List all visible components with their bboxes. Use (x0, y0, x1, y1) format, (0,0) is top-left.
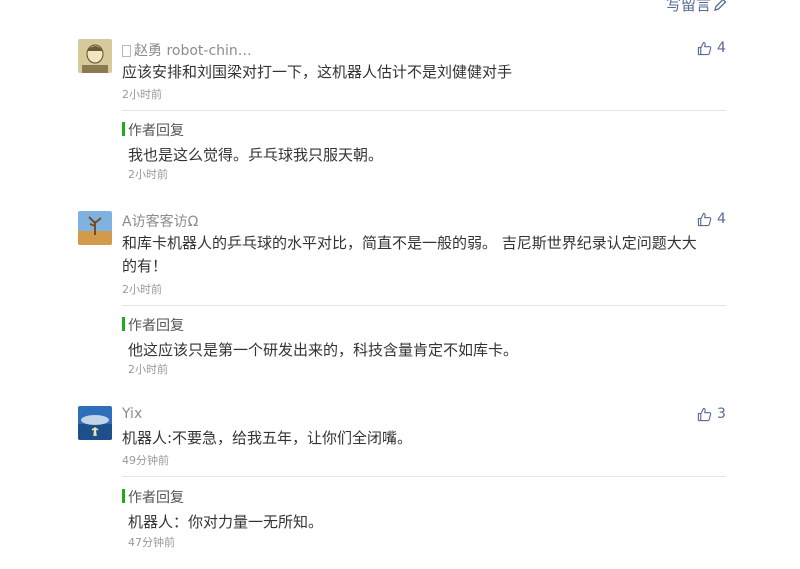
author-reply-label: 作者回复 (128, 123, 184, 139)
thumbs-up-icon (697, 41, 712, 55)
author-reply-content: 他这应该只是第一个研发出来的，科技含量肯定不如库卡。 (128, 341, 519, 359)
like-count: 3 (717, 406, 726, 422)
like-button[interactable]: 3 (697, 406, 726, 422)
avatar[interactable] (78, 406, 112, 440)
thumbs-up-icon (697, 212, 712, 226)
comment-content: 和库卡机器人的乒乓球的水平对比，简直不是一般的弱。 吉尼斯世界纪录认定问题大大 … (122, 232, 722, 278)
divider (122, 476, 726, 477)
author-reply-label: 作者回复 (128, 490, 184, 506)
avatar[interactable] (78, 211, 112, 245)
divider (122, 305, 726, 306)
author-reply-content: 机器人：你对力量一无所知。 (128, 513, 324, 531)
write-comment-label: 写留言 (666, 0, 712, 14)
avatar[interactable] (78, 39, 112, 73)
comment-time: 49分钟前 (122, 454, 169, 467)
comment-nickname: A访客客访Ω (122, 214, 199, 230)
comment-nickname: 赵勇 robot-chin… (122, 40, 252, 60)
write-comment-link[interactable]: 写留言 (666, 0, 727, 15)
comment-content-line: 的有！ (122, 257, 168, 275)
comment-content-line: 和库卡机器人的乒乓球的水平对比，简直不是一般的弱。 吉尼斯世界纪录认定问题大大 (122, 234, 697, 252)
comment-time: 2小时前 (122, 88, 162, 101)
comment-nickname: Yix (122, 406, 143, 422)
thumbs-up-icon (697, 407, 712, 421)
comment-content: 应该安排和刘国梁对打一下，这机器人估计不是刘健健对手 (122, 63, 513, 81)
like-button[interactable]: 4 (697, 40, 726, 56)
comment-time: 2小时前 (122, 283, 162, 296)
reply-marker (122, 122, 125, 136)
pencil-icon (714, 0, 727, 11)
author-reply-label: 作者回复 (128, 318, 184, 334)
emoji-placeholder-icon (122, 45, 131, 57)
comment-content: 机器人:不要急，给我五年，让你们全闭嘴。 (122, 429, 413, 447)
author-reply-time: 2小时前 (128, 363, 168, 376)
like-count: 4 (717, 40, 726, 56)
divider (122, 110, 726, 111)
like-button[interactable]: 4 (697, 211, 726, 227)
author-reply-time: 2小时前 (128, 168, 168, 181)
reply-marker (122, 317, 125, 331)
like-count: 4 (717, 211, 726, 227)
reply-marker (122, 489, 125, 503)
author-reply-content: 我也是这么觉得。乒乓球我只服天朝。 (128, 146, 384, 164)
author-reply-time: 47分钟前 (128, 536, 175, 549)
